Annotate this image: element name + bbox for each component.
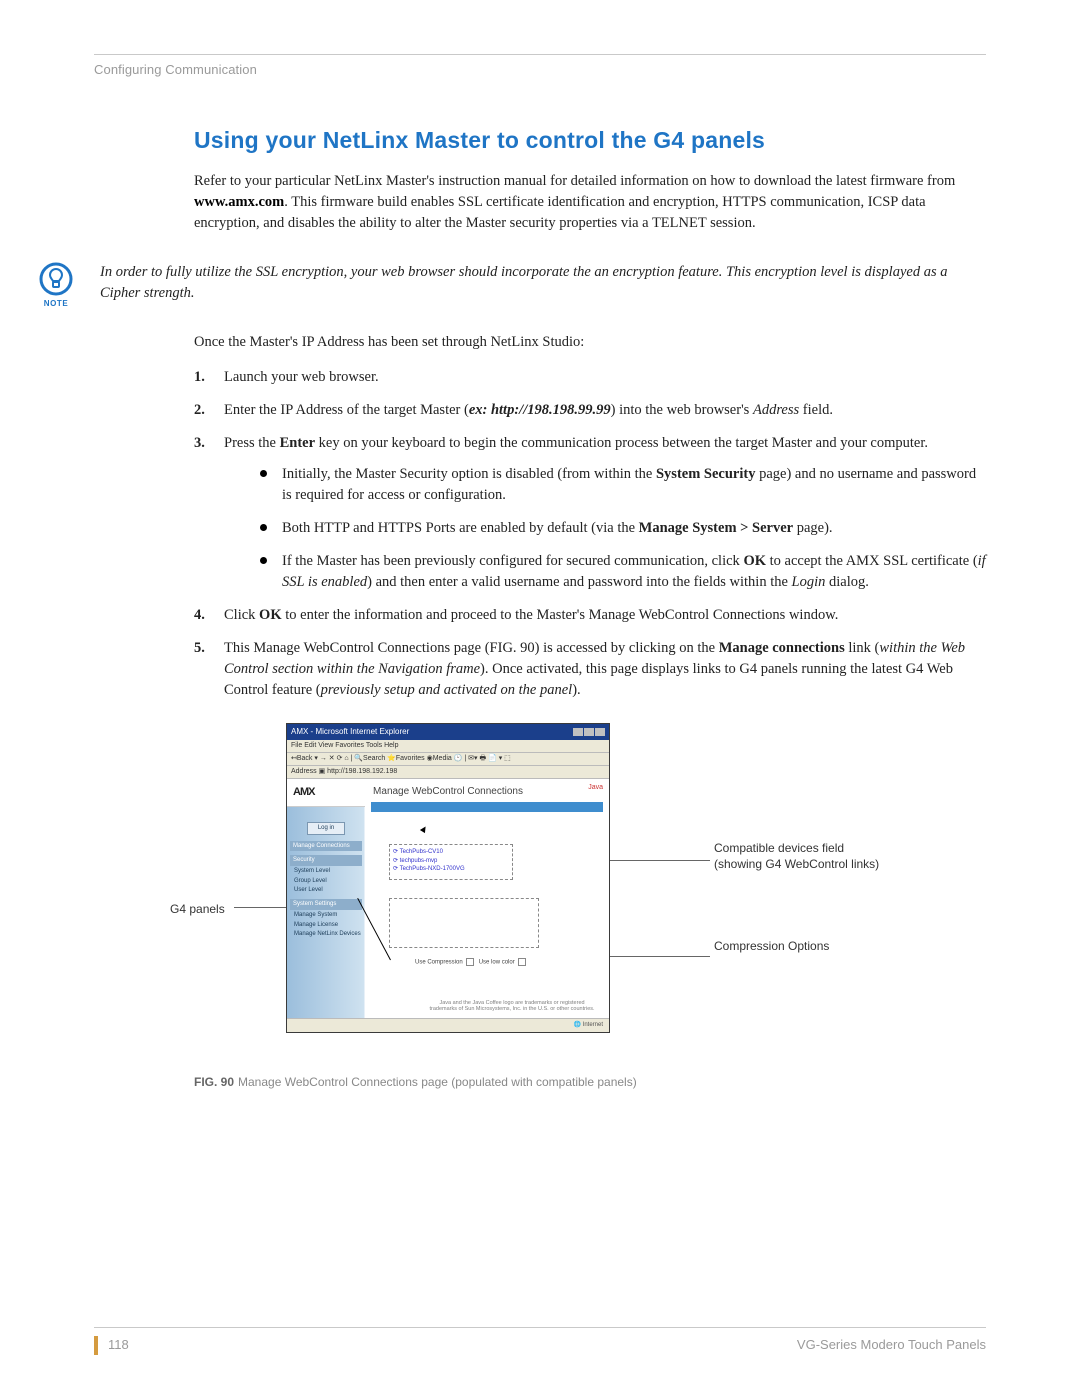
leader-line-r1: [610, 860, 710, 861]
browser-menubar: File Edit View Favorites Tools Help: [287, 740, 609, 753]
nav-system-settings: System Settings: [290, 899, 362, 910]
step-1: Launch your web browser.: [194, 367, 986, 388]
step2-tail: field.: [799, 402, 833, 418]
step-3: Press the Enter key on your keyboard to …: [194, 433, 986, 593]
figure-label-right-2: Compression Options: [714, 938, 829, 954]
running-header: Configuring Communication: [94, 61, 986, 80]
bullet-3: If the Master has been previously config…: [260, 551, 986, 593]
note-callout: NOTE In order to fully utilize the SSL e…: [34, 262, 986, 310]
step5-ital2: previously setup and activated on the pa…: [321, 682, 573, 698]
empty-box: [389, 898, 539, 948]
step5-tail: ).: [572, 682, 580, 698]
step4-ok: OK: [259, 607, 282, 623]
checkbox-icon: [466, 958, 474, 966]
page-footer: 118 VG-Series Modero Touch Panels: [94, 1327, 986, 1355]
nav-sidebar: Log in Manage Connections Security Syste…: [287, 798, 365, 1018]
device-3: TechPubs-NXD-1700VG: [393, 865, 509, 874]
step2-address: Address: [753, 402, 799, 418]
step-5: This Manage WebControl Connections page …: [194, 638, 986, 701]
step4-pre: Click: [224, 607, 259, 623]
intro-paragraph: Refer to your particular NetLinx Master'…: [194, 171, 986, 234]
nav-manage-license: Manage License: [290, 921, 362, 930]
b3-pre: If the Master has been previously config…: [282, 553, 743, 569]
nav-system-level: System Level: [290, 867, 362, 876]
browser-toolbar: ↤Back ▾ → ✕ ⟳ ⌂ | 🔍Search ⭐Favorites ◉Me…: [287, 753, 609, 766]
step5-bold: Manage connections: [719, 640, 845, 656]
step-4: Click OK to enter the information and pr…: [194, 605, 986, 626]
device-1: TechPubs-CV10: [393, 848, 509, 857]
step5-mid: link (: [845, 640, 880, 656]
step2-post: ) into the web browser's: [611, 402, 753, 418]
login-button: Log in: [307, 822, 345, 835]
b1-bold: System Security: [656, 466, 755, 482]
devices-field: TechPubs-CV10 techpubs-mvp TechPubs-NXD-…: [389, 844, 513, 880]
compression-options: Use Compression Use low color: [415, 958, 526, 967]
nav-user-level: User Level: [290, 886, 362, 895]
top-rule: [94, 54, 986, 55]
note-text: In order to fully utilize the SSL encryp…: [100, 262, 986, 304]
page-number: 118: [94, 1336, 129, 1355]
window-titlebar: AMX - Microsoft Internet Explorer: [287, 724, 609, 740]
figure-caption: FIG. 90 Manage WebControl Connections pag…: [194, 1074, 986, 1091]
checkbox-icon: [518, 958, 526, 966]
arrowhead-icon: [420, 825, 428, 833]
java-footer: Java and the Java Coffee logo are tradem…: [425, 1000, 599, 1012]
browser-addressbar: Address ▣ http://198.198.192.198: [287, 766, 609, 779]
b3-mid: to accept the AMX SSL certificate (: [766, 553, 978, 569]
nav-security: Security: [290, 855, 362, 866]
step3-enter: Enter: [280, 435, 315, 451]
nav-manage-connections: Manage Connections: [290, 841, 362, 852]
intro-pre: Refer to your particular NetLinx Master'…: [194, 173, 955, 189]
nav-group-level: Group Level: [290, 877, 362, 886]
intro-post: . This firmware build enables SSL certif…: [194, 194, 926, 231]
step2-example: ex: http://198.198.99.99: [469, 402, 611, 418]
step4-post: to enter the information and proceed to …: [282, 607, 839, 623]
caption-num: FIG. 90: [194, 1075, 234, 1089]
figure-label-left: G4 panels: [170, 901, 225, 917]
b2-pre: Both HTTP and HTTPS Ports are enabled by…: [282, 520, 639, 536]
b1-pre: Initially, the Master Security option is…: [282, 466, 656, 482]
window-buttons: [573, 728, 605, 736]
nav-manage-system: Manage System: [290, 911, 362, 920]
step5-pre: This Manage WebControl Connections page …: [224, 640, 719, 656]
leader-line-r2: [610, 956, 710, 957]
b3-login: Login: [792, 574, 826, 590]
lead-in: Once the Master's IP Address has been se…: [194, 332, 986, 353]
java-logo: Java: [588, 783, 603, 793]
step-2: Enter the IP Address of the target Maste…: [194, 400, 986, 421]
device-2: techpubs-mvp: [393, 857, 509, 866]
amx-link[interactable]: www.amx.com: [194, 194, 284, 210]
b2-bold: Manage System > Server: [639, 520, 793, 536]
caption-text: Manage WebControl Connections page (popu…: [238, 1075, 637, 1089]
step3-pre: Press the: [224, 435, 280, 451]
use-low-color-label: Use low color: [479, 960, 515, 966]
b2-post: page).: [793, 520, 832, 536]
b3-post2: ) and then enter a valid username and pa…: [367, 574, 791, 590]
b3-ok: OK: [743, 553, 766, 569]
figure-label-right-1: Compatible devices field (showing G4 Web…: [714, 840, 879, 872]
figure-90: G4 panels AMX - Microsoft Internet Explo…: [174, 723, 986, 1068]
browser-statusbar: 🌐 Internet: [287, 1018, 609, 1032]
step3-bullets: Initially, the Master Security option is…: [260, 464, 986, 593]
browser-main: TechPubs-CV10 techpubs-mvp TechPubs-NXD-…: [365, 798, 609, 1018]
bullet-2: Both HTTP and HTTPS Ports are enabled by…: [260, 518, 986, 539]
browser-screenshot: AMX - Microsoft Internet Explorer File E…: [286, 723, 610, 1033]
note-icon: NOTE: [34, 262, 78, 310]
nav-manage-netlinx: Manage NetLinx Devices: [290, 930, 362, 939]
note-label: NOTE: [34, 298, 78, 310]
leader-line-left: [234, 907, 286, 908]
blue-bar: [371, 802, 603, 812]
b3-tail: dialog.: [825, 574, 869, 590]
section-heading: Using your NetLinx Master to control the…: [194, 124, 986, 157]
step3-post: key on your keyboard to begin the commun…: [315, 435, 928, 451]
step2-pre: Enter the IP Address of the target Maste…: [224, 402, 469, 418]
bullet-1: Initially, the Master Security option is…: [260, 464, 986, 506]
use-compression-label: Use Compression: [415, 960, 463, 966]
steps-list: Launch your web browser. Enter the IP Ad…: [194, 367, 986, 701]
doc-title-footer: VG-Series Modero Touch Panels: [797, 1336, 986, 1355]
window-title: AMX - Microsoft Internet Explorer: [291, 726, 409, 738]
